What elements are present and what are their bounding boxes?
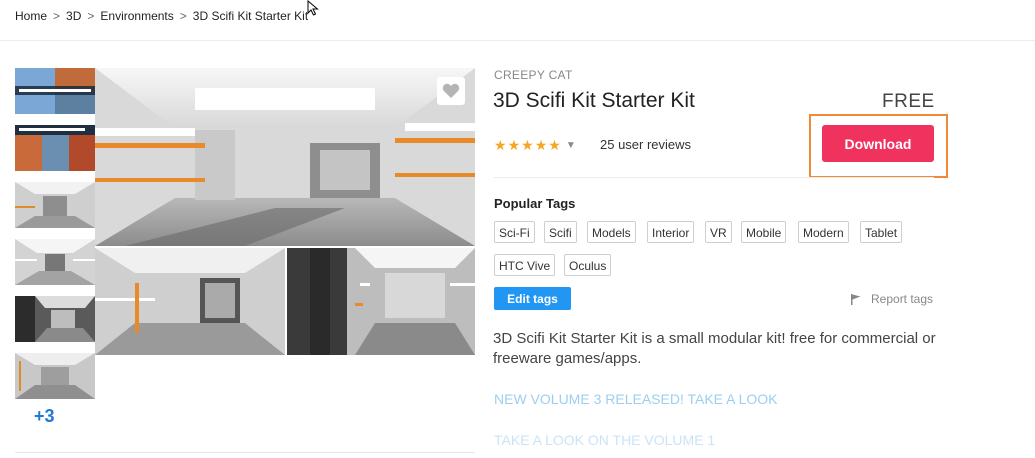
breadcrumb-environments[interactable]: Environments — [100, 9, 173, 23]
thumbnail-list — [15, 68, 95, 410]
thumbnail-corridor-3[interactable] — [15, 296, 95, 342]
tag-interior[interactable]: Interior — [647, 221, 695, 243]
thumbnail-volume-promo-1[interactable] — [15, 68, 95, 114]
star-icon: ★ — [521, 137, 534, 153]
tag-oculus[interactable]: Oculus — [564, 254, 612, 276]
main-product-image[interactable] — [95, 68, 475, 355]
breadcrumb-3d[interactable]: 3D — [66, 9, 81, 23]
favorite-button[interactable] — [437, 77, 465, 105]
breadcrumb-separator: > — [179, 9, 187, 23]
thumbnail-corridor-2[interactable] — [15, 239, 95, 285]
tag-tablet[interactable]: Tablet — [860, 221, 903, 243]
scifi-corridor-illustration — [95, 68, 475, 355]
chevron-down-icon[interactable]: ▼ — [566, 140, 576, 151]
thumbnail-corridor-4[interactable] — [15, 353, 95, 399]
flag-icon — [851, 293, 861, 305]
product-title: 3D Scifi Kit Starter Kit — [493, 89, 695, 112]
product-price: FREE — [882, 91, 935, 112]
thumbnail-volume-promo-2[interactable] — [15, 125, 95, 171]
user-reviews-link[interactable]: 25 user reviews — [600, 137, 691, 152]
breadcrumb: Home > 3D > Environments > 3D Scifi Kit … — [15, 9, 308, 23]
section-divider — [494, 177, 934, 178]
tag-models[interactable]: Models — [587, 221, 636, 243]
popular-tags-heading: Popular Tags — [494, 196, 576, 211]
gallery-divider — [15, 452, 475, 453]
breadcrumb-home[interactable]: Home — [15, 9, 47, 23]
header-divider — [0, 40, 1035, 41]
star-icon: ★ — [507, 137, 521, 153]
tag-scifi[interactable]: Scifi — [544, 221, 577, 243]
rating-stars[interactable]: ★ ★ ★ ★ ★ ▼ — [494, 137, 576, 154]
star-icon: ★ — [534, 137, 548, 153]
tag-modern[interactable]: Modern — [798, 221, 849, 243]
breadcrumb-separator: > — [53, 9, 61, 23]
mouse-cursor-icon — [307, 0, 319, 16]
volume-1-link[interactable]: TAKE A LOOK ON THE VOLUME 1 — [494, 432, 715, 448]
report-tags-link[interactable]: Report tags — [851, 292, 933, 306]
download-button[interactable]: Download — [822, 125, 934, 162]
tag-mobile[interactable]: Mobile — [741, 221, 787, 243]
heart-icon — [442, 83, 460, 98]
tag-sci-fi[interactable]: Sci-Fi — [494, 221, 535, 243]
breadcrumb-separator: > — [87, 9, 95, 23]
tag-vr[interactable]: VR — [705, 221, 732, 243]
edit-tags-button[interactable]: Edit tags — [494, 287, 571, 310]
tag-htc-vive[interactable]: HTC Vive — [494, 254, 556, 276]
product-description: 3D Scifi Kit Starter Kit is a small modu… — [493, 330, 936, 367]
breadcrumb-current: 3D Scifi Kit Starter Kit — [192, 9, 309, 23]
more-images-link[interactable]: +3 — [34, 406, 55, 427]
star-icon: ★ — [548, 137, 561, 153]
publisher-name[interactable]: CREEPY CAT — [494, 68, 573, 82]
star-icon: ★ — [494, 137, 507, 153]
volume-3-link[interactable]: NEW VOLUME 3 RELEASED! TAKE A LOOK — [494, 391, 777, 407]
report-tags-label: Report tags — [871, 292, 934, 306]
thumbnail-corridor-1[interactable] — [15, 182, 95, 228]
